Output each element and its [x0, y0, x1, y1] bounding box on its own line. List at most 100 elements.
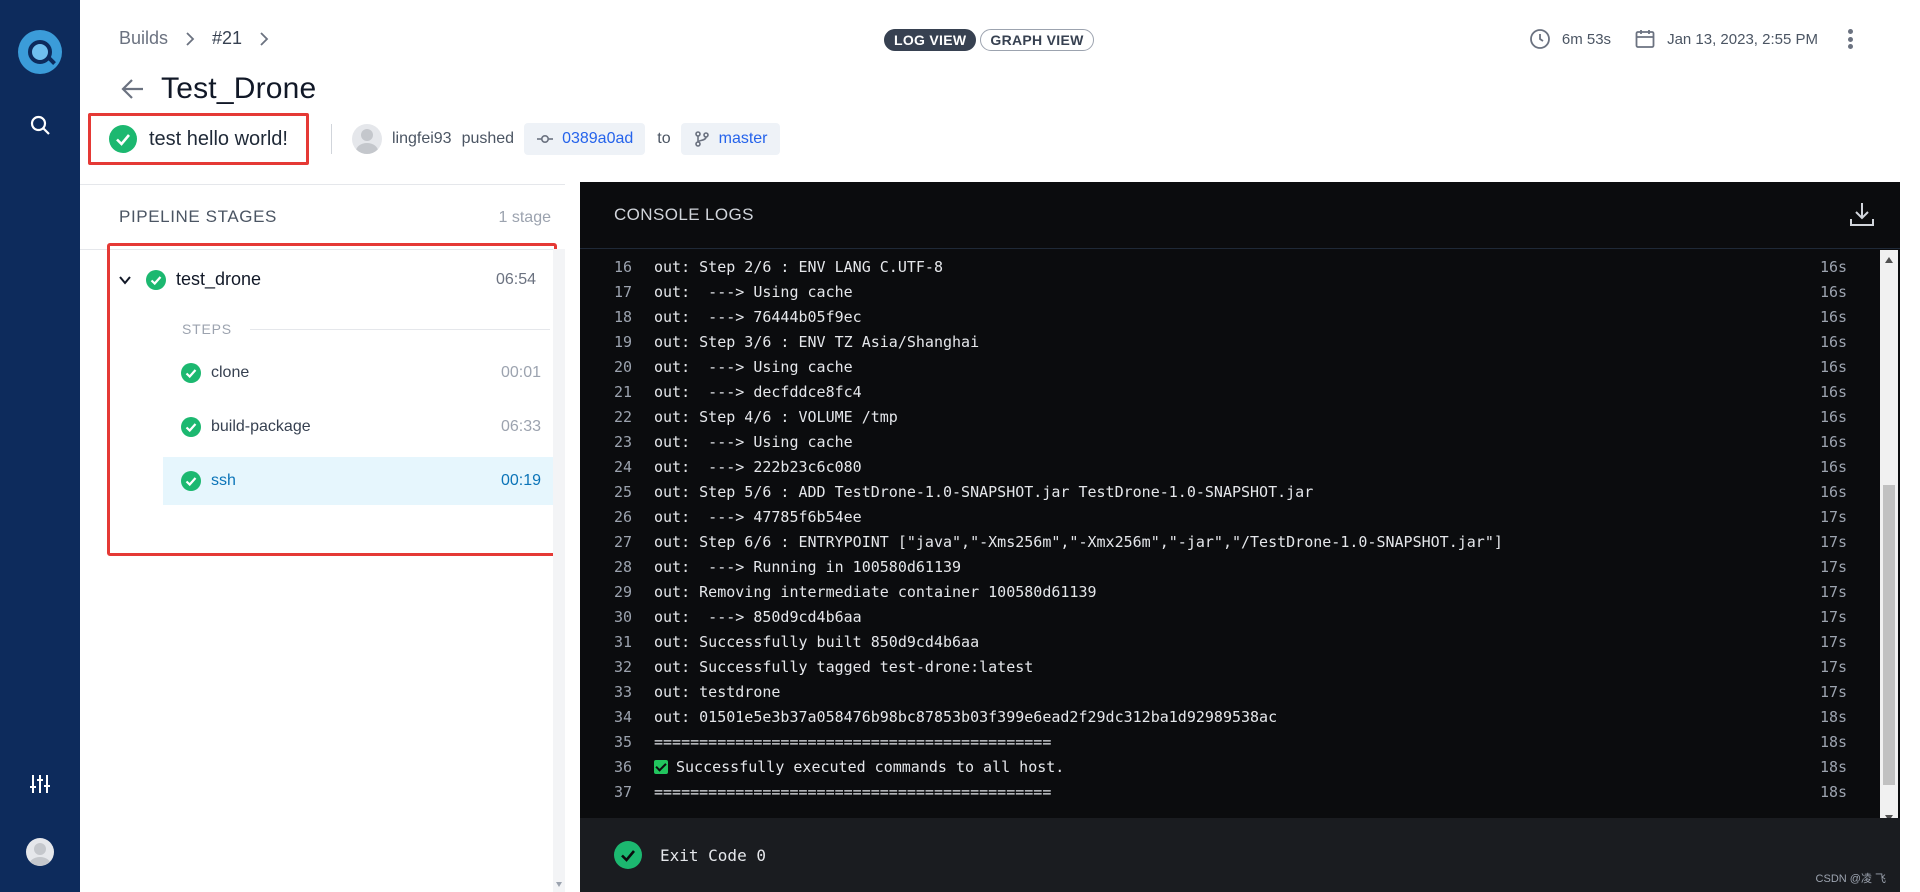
- graph-view-tab[interactable]: GRAPH VIEW: [980, 29, 1094, 51]
- search-icon[interactable]: [28, 113, 52, 137]
- log-line: 31 out: Successfully built 850d9cd4b6aa 17…: [580, 629, 1880, 654]
- chevron-right-icon: [186, 31, 195, 46]
- log-text: out: ---> 850d9cd4b6aa: [654, 607, 862, 626]
- log-text: out: testdrone: [654, 682, 781, 701]
- stage-name: test_drone: [176, 269, 262, 289]
- log-text: out: Removing intermediate container 100…: [654, 582, 1097, 601]
- log-text: out: Step 4/6 : VOLUME /tmp: [654, 407, 898, 426]
- nav-rail: [0, 0, 80, 892]
- log-text: out: ---> 222b23c6c080: [654, 457, 862, 476]
- log-timestamp: 18s: [1820, 757, 1848, 776]
- step-duration: 00:01: [500, 364, 541, 381]
- log-timestamp: 18s: [1820, 732, 1848, 751]
- step-name: clone: [211, 364, 250, 381]
- step-ssh[interactable]: ssh 00:19: [163, 457, 559, 505]
- author-name: lingfei93: [391, 130, 452, 147]
- branch-link[interactable]: master: [680, 123, 780, 155]
- date-text: Jan 13, 2023, 2:55 PM: [1667, 30, 1818, 48]
- console-scrollbar[interactable]: [1880, 250, 1898, 828]
- download-icon[interactable]: [1848, 200, 1876, 228]
- log-timestamp: 17s: [1820, 632, 1848, 651]
- log-timestamp: 16s: [1820, 457, 1848, 476]
- settings-sliders-icon[interactable]: [28, 772, 52, 796]
- step-name: ssh: [211, 472, 236, 489]
- scroll-up-icon[interactable]: [1885, 257, 1893, 263]
- log-line: 17 out: ---> Using cache 16s: [580, 279, 1880, 304]
- log-line: 20 out: ---> Using cache 16s: [580, 354, 1880, 379]
- clock-icon: [1529, 29, 1550, 49]
- to-label: to: [657, 130, 671, 147]
- line-number: 31: [613, 632, 632, 651]
- log-line: 36 Successfully executed commands to all …: [580, 754, 1880, 779]
- success-check-icon: [181, 417, 201, 437]
- checkbox-icon: [654, 759, 668, 774]
- scroll-thumb[interactable]: [1883, 485, 1895, 785]
- pipeline-heading: PIPELINE STAGES: [119, 207, 277, 226]
- commit-sha: 0389a0ad: [562, 130, 634, 147]
- log-line: 22 out: Step 4/6 : VOLUME /tmp 16s: [580, 404, 1880, 429]
- line-number: 29: [613, 582, 632, 601]
- stage-count: 1 stage: [498, 209, 551, 226]
- pipeline-scrollbar[interactable]: [553, 249, 565, 892]
- log-line: 18 out: ---> 76444b05f9ec 16s: [580, 304, 1880, 329]
- commit-sha-link[interactable]: 0389a0ad: [524, 123, 646, 155]
- success-check-icon: [146, 269, 166, 290]
- breadcrumb-build-number[interactable]: #21: [212, 28, 242, 49]
- breadcrumb: Builds #21: [119, 28, 272, 49]
- log-text: ========================================…: [654, 732, 1052, 751]
- log-text: out: ---> 47785f6b54ee: [654, 507, 862, 526]
- log-text: out: Step 6/6 : ENTRYPOINT ["java","-Xms…: [654, 532, 1503, 551]
- log-text: ========================================…: [654, 782, 1052, 801]
- line-number: 34: [613, 707, 632, 726]
- step-duration: 00:19: [500, 472, 541, 489]
- log-text: out: 01501e5e3b37a058476b98bc87853b03f39…: [654, 707, 1278, 726]
- chevron-down-icon[interactable]: [118, 273, 132, 287]
- commit-message-box: test hello world!: [88, 113, 309, 165]
- log-view-tab[interactable]: LOG VIEW: [884, 29, 977, 51]
- log-line: 34 out: 01501e5e3b37a058476b98bc87853b03f…: [580, 704, 1880, 729]
- log-text: out: Successfully tagged test-drone:late…: [654, 657, 1034, 676]
- log-line: 19 out: Step 3/6 : ENV TZ Asia/Shanghai 16…: [580, 329, 1880, 354]
- log-timestamp: 16s: [1820, 357, 1848, 376]
- line-number: 16: [613, 257, 632, 276]
- user-avatar[interactable]: [26, 838, 54, 866]
- log-line: 16 out: Step 2/6 : ENV LANG C.UTF-8 16s: [580, 254, 1880, 279]
- step-build-package[interactable]: build-package 06:33: [163, 403, 559, 451]
- log-text-content: Successfully executed commands to all ho…: [676, 757, 1065, 776]
- more-options-icon[interactable]: [1840, 27, 1860, 51]
- success-check-icon: [109, 125, 137, 153]
- step-clone[interactable]: clone 00:01: [163, 349, 559, 397]
- stage-test-drone[interactable]: test_drone 06:54: [118, 269, 536, 290]
- log-line: 35 ======================================…: [580, 729, 1880, 754]
- exit-code: Exit Code 0: [660, 845, 766, 865]
- exit-status: Exit Code 0: [580, 818, 1900, 892]
- line-number: 30: [613, 607, 632, 626]
- log-text: out: ---> Using cache: [654, 282, 853, 301]
- calendar-icon: [1635, 30, 1655, 48]
- back-arrow-icon[interactable]: [119, 75, 147, 103]
- breadcrumb-builds[interactable]: Builds: [119, 28, 168, 49]
- success-check-icon: [181, 363, 201, 383]
- log-timestamp: 16s: [1820, 282, 1848, 301]
- log-timestamp: 18s: [1820, 782, 1848, 801]
- drone-logo-icon[interactable]: [18, 30, 62, 74]
- line-number: 37: [613, 782, 632, 801]
- line-number: 36: [613, 757, 632, 776]
- line-number: 33: [613, 682, 632, 701]
- pipeline-panel: PIPELINE STAGES 1 stage test_drone 06:54…: [80, 184, 565, 892]
- log-text: out: ---> 76444b05f9ec: [654, 307, 862, 326]
- log-line: 25 out: Step 5/6 : ADD TestDrone-1.0-SNAP…: [580, 479, 1880, 504]
- log-timestamp: 17s: [1820, 682, 1848, 701]
- log-line: 27 out: Step 6/6 : ENTRYPOINT ["java","-X…: [580, 529, 1880, 554]
- log-line: 33 out: testdrone 17s: [580, 679, 1880, 704]
- step-name: build-package: [211, 418, 311, 435]
- divider: [330, 124, 332, 154]
- author-action: pushed: [461, 130, 515, 147]
- line-number: 22: [613, 407, 632, 426]
- log-timestamp: 17s: [1820, 607, 1848, 626]
- title-row: Test_Drone: [119, 72, 316, 106]
- line-number: 26: [613, 507, 632, 526]
- duration-text: 6m 53s: [1561, 30, 1612, 48]
- log-text: out: ---> decfddce8fc4: [654, 382, 862, 401]
- log-timestamp: 17s: [1820, 582, 1848, 601]
